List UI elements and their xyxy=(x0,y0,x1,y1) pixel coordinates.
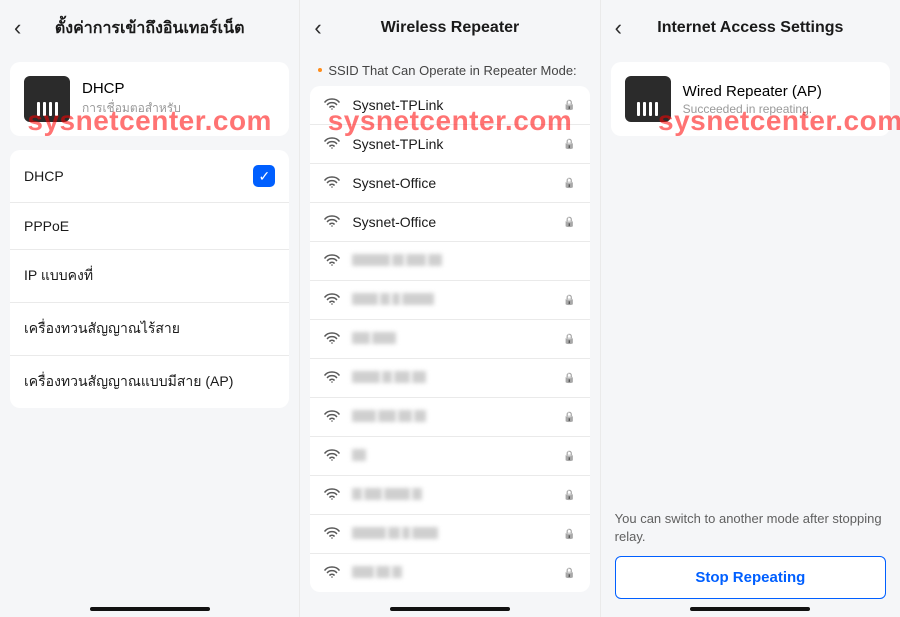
ssid-name xyxy=(352,565,551,581)
header: ‹ ตั้งค่าการเข้าถึงอินเทอร์เน็ต xyxy=(0,0,299,56)
ssid-section-label: SSID That Can Operate in Repeater Mode: xyxy=(310,62,589,80)
back-icon[interactable]: ‹ xyxy=(314,17,321,39)
router-icon xyxy=(625,76,671,122)
screen-access-settings: ‹ Internet Access Settings Wired Repeate… xyxy=(600,0,900,617)
mode-option[interactable]: เครื่องทวนสัญญาณแบบมีสาย (AP) xyxy=(10,355,289,408)
wifi-icon xyxy=(324,97,340,113)
lock-icon: 🔒 xyxy=(563,373,575,384)
ssid-name xyxy=(352,253,553,269)
lock-icon: 🔒 xyxy=(563,139,575,150)
ssid-item[interactable]: 🔒 xyxy=(310,553,589,592)
wifi-icon xyxy=(324,214,340,230)
ssid-name xyxy=(352,370,551,386)
wifi-icon xyxy=(324,253,340,269)
page-title: ตั้งค่าการเข้าถึงอินเทอร์เน็ต xyxy=(55,16,245,41)
wifi-icon xyxy=(324,331,340,347)
ssid-item[interactable] xyxy=(310,241,589,280)
ssid-item[interactable]: 🔒 xyxy=(310,358,589,397)
mode-option-label: DHCP xyxy=(24,168,64,184)
mode-option[interactable]: เครื่องทวนสัญญาณไร้สาย xyxy=(10,302,289,355)
ssid-item[interactable]: 🔒 xyxy=(310,514,589,553)
ssid-item[interactable]: Sysnet-TPLink 🔒 xyxy=(310,124,589,163)
ssid-item[interactable]: 🔒 xyxy=(310,280,589,319)
current-mode-subtitle: การเชื่อมตอสำหรับ xyxy=(82,99,181,118)
ssid-item[interactable]: Sysnet-Office 🔒 xyxy=(310,163,589,202)
current-mode-title: Wired Repeater (AP) xyxy=(683,83,822,100)
ssid-name: Sysnet-Office xyxy=(352,214,551,230)
ssid-name xyxy=(352,331,551,347)
lock-icon: 🔒 xyxy=(563,412,575,423)
wifi-icon xyxy=(324,292,340,308)
lock-icon: 🔒 xyxy=(563,529,575,540)
home-indicator[interactable] xyxy=(690,607,810,611)
mode-option-label: PPPoE xyxy=(24,218,69,234)
bottom-panel: You can switch to another mode after sto… xyxy=(601,510,900,599)
mode-options-list: DHCP ✓ PPPoE IP แบบคงที่เครื่องทวนสัญญาณไร้… xyxy=(10,150,289,408)
ssid-item[interactable]: Sysnet-TPLink 🔒 xyxy=(310,86,589,124)
current-mode-subtitle: Succeeded in repeating. xyxy=(683,102,822,116)
router-icon xyxy=(24,76,70,122)
mode-option[interactable]: PPPoE xyxy=(10,202,289,249)
ssid-item[interactable]: 🔒 xyxy=(310,475,589,514)
lock-icon: 🔒 xyxy=(563,490,575,501)
ssid-item[interactable]: 🔒 xyxy=(310,436,589,475)
mode-option-label: เครื่องทวนสัญญาณแบบมีสาย (AP) xyxy=(24,371,233,393)
back-icon[interactable]: ‹ xyxy=(14,17,21,39)
lock-icon: 🔒 xyxy=(563,295,575,306)
ssid-name xyxy=(352,526,551,542)
current-mode-card: DHCP การเชื่อมตอสำหรับ xyxy=(10,62,289,136)
ssid-item[interactable]: 🔒 xyxy=(310,319,589,358)
header: ‹ Internet Access Settings xyxy=(601,0,900,56)
page-title: Internet Access Settings xyxy=(657,19,843,37)
current-mode-title: DHCP xyxy=(82,80,181,97)
mode-option-label: เครื่องทวนสัญญาณไร้สาย xyxy=(24,318,180,340)
ssid-name: Sysnet-TPLink xyxy=(352,136,551,152)
ssid-name: Sysnet-Office xyxy=(352,175,551,191)
lock-icon: 🔒 xyxy=(563,334,575,345)
lock-icon: 🔒 xyxy=(563,178,575,189)
wifi-icon xyxy=(324,136,340,152)
lock-icon: 🔒 xyxy=(563,217,575,228)
home-indicator[interactable] xyxy=(90,607,210,611)
screen-internet-access: ‹ ตั้งค่าการเข้าถึงอินเทอร์เน็ต DHCP การ… xyxy=(0,0,299,617)
current-mode-card: Wired Repeater (AP) Succeeded in repeati… xyxy=(611,62,890,136)
ssid-item[interactable]: 🔒 xyxy=(310,397,589,436)
check-icon: ✓ xyxy=(253,165,275,187)
ssid-name xyxy=(352,409,551,425)
wifi-icon xyxy=(324,409,340,425)
wifi-icon xyxy=(324,487,340,503)
ssid-name xyxy=(352,292,551,308)
hint-text: You can switch to another mode after sto… xyxy=(615,510,886,546)
stop-repeating-button[interactable]: Stop Repeating xyxy=(615,556,886,599)
back-icon[interactable]: ‹ xyxy=(615,17,622,39)
home-indicator[interactable] xyxy=(390,607,510,611)
mode-option-label: IP แบบคงที่ xyxy=(24,265,93,287)
wifi-icon xyxy=(324,565,340,581)
lock-icon: 🔒 xyxy=(563,451,575,462)
mode-option[interactable]: IP แบบคงที่ xyxy=(10,249,289,302)
wifi-icon xyxy=(324,175,340,191)
ssid-name: Sysnet-TPLink xyxy=(352,97,551,113)
page-title: Wireless Repeater xyxy=(381,19,520,37)
lock-icon: 🔒 xyxy=(563,568,575,579)
ssid-name xyxy=(352,487,551,503)
mode-option[interactable]: DHCP ✓ xyxy=(10,150,289,202)
ssid-list: Sysnet-TPLink🔒Sysnet-TPLink🔒Sysnet-Offic… xyxy=(310,86,589,592)
ssid-item[interactable]: Sysnet-Office 🔒 xyxy=(310,202,589,241)
wifi-icon xyxy=(324,370,340,386)
lock-icon: 🔒 xyxy=(563,100,575,111)
screen-wireless-repeater: ‹ Wireless Repeater SSID That Can Operat… xyxy=(299,0,599,617)
wifi-icon xyxy=(324,448,340,464)
wifi-icon xyxy=(324,526,340,542)
header: ‹ Wireless Repeater xyxy=(300,0,599,56)
ssid-name xyxy=(352,448,551,464)
